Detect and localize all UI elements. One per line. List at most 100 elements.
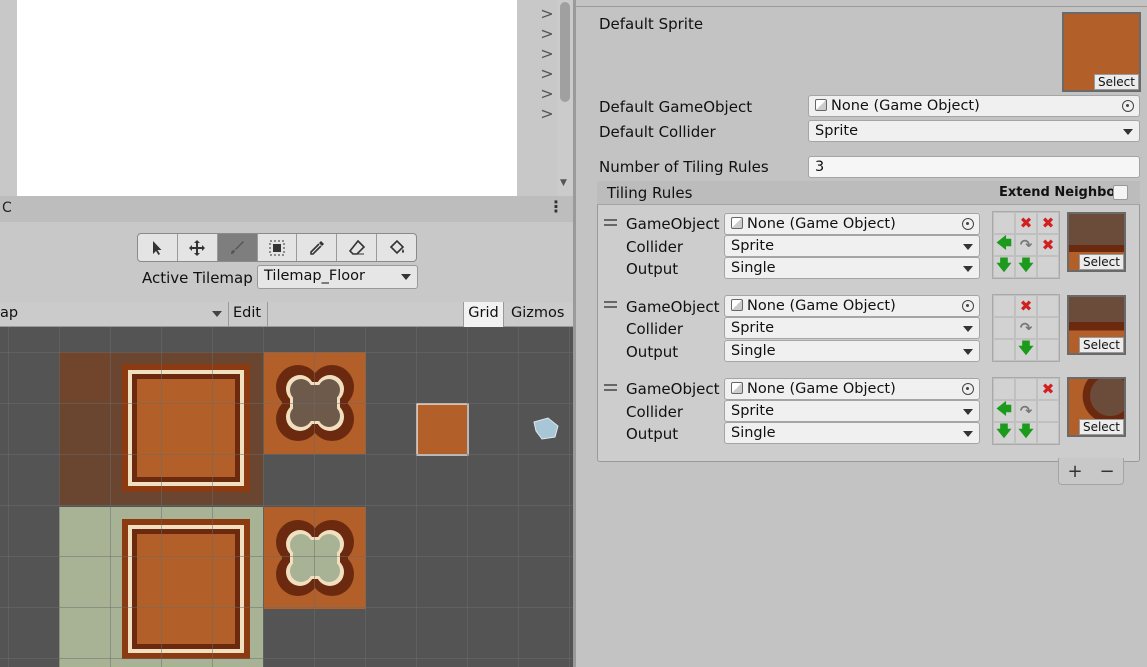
not-this-icon[interactable]: ✖ [1037, 212, 1059, 234]
dropdown-arrow-icon [963, 326, 973, 332]
gameobject-icon [731, 382, 743, 394]
move-tool-button[interactable] [178, 234, 218, 261]
neighbor-cell[interactable] [993, 339, 1015, 361]
object-picker-icon[interactable] [962, 383, 974, 395]
not-this-icon[interactable]: ✖ [1037, 378, 1059, 400]
picker-tool-button[interactable] [297, 234, 338, 261]
rule-sprite-field[interactable]: Select [1067, 212, 1126, 272]
neighbor-cell[interactable] [1037, 317, 1059, 339]
dropdown-arrow-icon [963, 244, 973, 250]
active-tilemap-dropdown[interactable]: Tilemap_Floor [257, 265, 418, 289]
tile-grid [0, 327, 573, 667]
rule-output-dropdown[interactable]: Single [724, 257, 980, 279]
edit-button[interactable]: Edit [233, 305, 261, 321]
scroll-down-arrow-icon[interactable]: ▼ [560, 178, 567, 188]
rule-collider-dropdown[interactable]: Sprite [724, 235, 980, 257]
rotate-icon[interactable]: ↷ [1015, 234, 1037, 256]
tab-label[interactable]: C [2, 200, 12, 216]
neighbor-cell[interactable] [993, 378, 1015, 400]
remove-rule-button[interactable]: − [1099, 461, 1114, 482]
arrow-down-icon[interactable]: 🡇 [1015, 256, 1037, 278]
divider [576, 6, 1147, 7]
chevron-right-icon[interactable]: > [538, 4, 556, 24]
rotate-icon[interactable]: ↷ [1015, 400, 1037, 422]
object-picker-icon[interactable] [962, 300, 974, 312]
rule-output-dropdown[interactable]: Single [724, 422, 980, 444]
rule-collider-dropdown[interactable]: Sprite [724, 400, 980, 422]
default-sprite-field[interactable]: Select [1062, 12, 1141, 92]
number-of-tiling-rules-label: Number of Tiling Rules [599, 158, 769, 176]
neighbor-cell[interactable] [993, 212, 1015, 234]
select-tool-button[interactable] [138, 234, 178, 261]
scrollbar-thumb[interactable] [560, 2, 570, 102]
rule-gameobject-field[interactable]: None (Game Object) [724, 213, 980, 235]
rule-collider-dropdown[interactable]: Sprite [724, 317, 980, 339]
not-this-icon[interactable]: ✖ [1037, 234, 1059, 256]
chevron-right-icon[interactable]: > [538, 104, 556, 124]
neighbor-rule-grid[interactable]: ✖ ↷ 🡇 [992, 294, 1060, 362]
arrow-left-icon[interactable]: 🡄 [993, 400, 1015, 422]
dropdown-arrow-icon[interactable] [212, 311, 222, 317]
paint-brush-tool-button[interactable] [217, 234, 258, 261]
neighbor-cell[interactable] [1037, 295, 1059, 317]
tile-palette-grid-view[interactable] [0, 327, 573, 667]
select-sprite-button[interactable]: Select [1078, 254, 1124, 270]
object-picker-icon[interactable] [1122, 100, 1134, 112]
select-sprite-button[interactable]: Select [1078, 337, 1124, 353]
rule-output-label: Output [626, 343, 679, 361]
rule-collider-value: Sprite [731, 320, 775, 336]
rule-gameobject-field[interactable]: None (Game Object) [724, 378, 980, 400]
box-fill-tool-button[interactable] [258, 234, 298, 261]
neighbor-cell[interactable] [1037, 256, 1059, 278]
arrow-left-icon[interactable]: 🡄 [993, 234, 1015, 256]
drag-handle-icon[interactable] [604, 301, 617, 308]
preview-view [17, 0, 517, 222]
neighbor-cell[interactable] [993, 295, 1015, 317]
select-sprite-button[interactable]: Select [1078, 419, 1124, 435]
select-sprite-button[interactable]: Select [1093, 74, 1139, 90]
extend-neighbor-checkbox[interactable] [1113, 185, 1128, 200]
rule-output-dropdown[interactable]: Single [724, 340, 980, 362]
chevron-right-icon[interactable]: > [538, 84, 556, 104]
kebab-menu-icon[interactable]: ⋮ [548, 197, 564, 216]
drag-handle-icon[interactable] [604, 384, 617, 391]
dropdown-arrow-icon [963, 409, 973, 415]
arrow-down-icon[interactable]: 🡇 [1015, 339, 1037, 361]
eraser-tool-button[interactable] [337, 234, 378, 261]
default-gameobject-field[interactable]: None (Game Object) [808, 95, 1140, 117]
gizmos-button[interactable]: Gizmos [511, 305, 564, 321]
number-of-tiling-rules-input[interactable]: 3 [808, 156, 1140, 178]
neighbor-cell[interactable] [1037, 339, 1059, 361]
rule-gameobject-label: GameObject [626, 215, 720, 233]
neighbor-cell[interactable] [1015, 378, 1037, 400]
rule-sprite-field[interactable]: Select [1067, 377, 1126, 437]
grid-toggle-button[interactable]: Grid [463, 302, 504, 327]
dropdown-arrow-icon [1123, 129, 1133, 135]
rule-gameobject-field[interactable]: None (Game Object) [724, 295, 980, 317]
flood-fill-tool-button[interactable] [377, 234, 416, 261]
chevron-right-icon[interactable]: > [538, 64, 556, 84]
object-picker-icon[interactable] [962, 218, 974, 230]
neighbor-cell[interactable] [1037, 400, 1059, 422]
rule-collider-label: Collider [626, 403, 684, 421]
neighbor-rule-grid[interactable]: ✖ ✖ 🡄 ↷ ✖ 🡇 🡇 [992, 211, 1060, 279]
rule-sprite-field[interactable]: Select [1067, 295, 1126, 355]
chevron-right-icon[interactable]: > [538, 44, 556, 64]
list-add-remove-footer: + − [1058, 458, 1124, 485]
arrow-down-left-icon[interactable]: 🡇 [993, 256, 1015, 278]
rule-gameobject-value: None (Game Object) [747, 216, 896, 232]
neighbor-rule-grid[interactable]: ✖ 🡄 ↷ 🡇 🡇 [992, 377, 1060, 445]
arrow-down-icon[interactable]: 🡇 [1015, 422, 1037, 444]
not-this-icon[interactable]: ✖ [1015, 295, 1037, 317]
drag-handle-icon[interactable] [604, 219, 617, 226]
palette-dropdown[interactable]: ap [0, 305, 18, 321]
arrow-down-left-icon[interactable]: 🡇 [993, 422, 1015, 444]
chevron-right-icon[interactable]: > [538, 24, 556, 44]
neighbor-cell[interactable] [1037, 422, 1059, 444]
add-rule-button[interactable]: + [1067, 461, 1082, 482]
neighbor-cell[interactable] [993, 317, 1015, 339]
not-this-icon[interactable]: ✖ [1015, 212, 1037, 234]
gameobject-icon [731, 299, 743, 311]
rotate-icon[interactable]: ↷ [1015, 317, 1037, 339]
default-collider-dropdown[interactable]: Sprite [808, 120, 1140, 142]
